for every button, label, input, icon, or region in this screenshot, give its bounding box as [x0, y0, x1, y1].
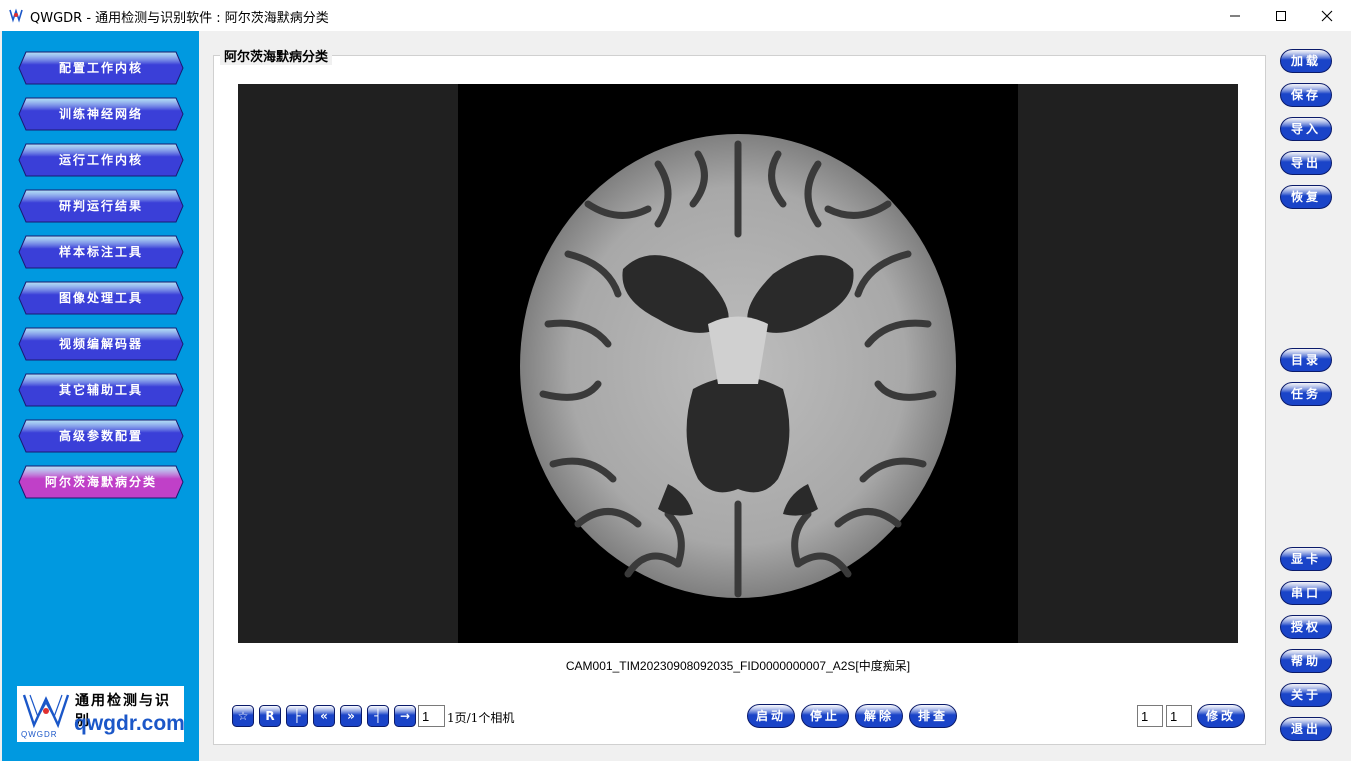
star-icon: ☆: [237, 709, 249, 723]
sidebar-item-alzheimer-classification[interactable]: 阿尔茨海默病分类: [18, 465, 184, 499]
stop-button[interactable]: 停止: [801, 704, 849, 728]
exit-button-label: 退出: [1290, 722, 1321, 736]
save-button[interactable]: 保存: [1280, 83, 1332, 107]
param-field-a[interactable]: 1: [1137, 705, 1163, 727]
load-button-label: 加载: [1290, 54, 1321, 68]
nav-button-label: 其它辅助工具: [58, 383, 143, 397]
brand-url: qwgdr.com: [74, 712, 185, 735]
license-button-label: 授权: [1290, 620, 1321, 634]
directory-button[interactable]: 目录: [1280, 348, 1332, 372]
check-button-label: 排查: [917, 709, 948, 723]
last-icon: ┤: [374, 709, 382, 723]
image-caption: CAM001_TIM20230908092035_FID0000000007_A…: [565, 659, 911, 673]
group-title: 阿尔茨海默病分类: [220, 46, 333, 65]
title-bar: QWGDR - 通用检测与识别软件 : 阿尔茨海默病分类: [0, 0, 1351, 31]
help-button-label: 帮助: [1290, 654, 1321, 668]
sidebar-item-sample-annotation[interactable]: 样本标注工具: [18, 235, 184, 269]
sidebar-item-run-kernel[interactable]: 运行工作内核: [18, 143, 184, 177]
sidebar-item-configure-kernel[interactable]: 配置工作内核: [18, 51, 184, 85]
first-button[interactable]: ├: [286, 705, 308, 727]
brand-logo: QWGDR 通用检测与识别 qwgdr.com: [17, 686, 185, 742]
release-button[interactable]: 解除: [855, 704, 903, 728]
maximize-icon: [1276, 10, 1286, 21]
task-button[interactable]: 任务: [1280, 382, 1332, 406]
minimize-icon: [1230, 15, 1240, 16]
nav-button-label: 研判运行结果: [58, 199, 143, 213]
export-button-label: 导出: [1290, 156, 1321, 170]
task-button-label: 任务: [1290, 387, 1321, 401]
brand-name: QWGDR: [21, 730, 58, 739]
star-button[interactable]: ☆: [232, 705, 254, 727]
close-button[interactable]: [1304, 0, 1350, 31]
modify-button-label: 修改: [1205, 709, 1236, 723]
param-field-b[interactable]: 1: [1166, 705, 1192, 727]
next-page-icon: »: [347, 709, 355, 723]
sidebar-item-analyze-results[interactable]: 研判运行结果: [18, 189, 184, 223]
last-button[interactable]: ┤: [367, 705, 389, 727]
serial-port-button[interactable]: 串口: [1280, 581, 1332, 605]
exit-button[interactable]: 退出: [1280, 717, 1332, 741]
next-page-button[interactable]: »: [340, 705, 362, 727]
nav-button-label: 高级参数配置: [58, 429, 143, 443]
sidebar: 配置工作内核 训练神经网络 运行工作内核 研判运行结果 样本标注工具 图像处理工具 视频编解…: [2, 31, 199, 761]
license-button[interactable]: 授权: [1280, 615, 1332, 639]
close-icon: [1321, 10, 1333, 21]
restore-button-label: 恢复: [1290, 190, 1321, 204]
app-logo-icon: [9, 8, 23, 23]
goto-icon: →: [399, 709, 411, 723]
load-button[interactable]: 加载: [1280, 49, 1332, 73]
gpu-button-label: 显卡: [1290, 552, 1321, 566]
save-button-label: 保存: [1290, 88, 1321, 102]
import-button-label: 导入: [1290, 122, 1321, 136]
mri-image-area: [458, 84, 1018, 643]
sidebar-item-train-network[interactable]: 训练神经网络: [18, 97, 184, 131]
brain-mri-image: [520, 134, 956, 598]
nav-button-label: 样本标注工具: [58, 245, 143, 259]
gpu-button[interactable]: 显卡: [1280, 547, 1332, 571]
restore-button[interactable]: 恢复: [1280, 185, 1332, 209]
check-button[interactable]: 排查: [909, 704, 957, 728]
minimize-button[interactable]: [1212, 0, 1258, 31]
sidebar-item-video-codec[interactable]: 视频编解码器: [18, 327, 184, 361]
r-button[interactable]: R: [259, 705, 281, 727]
directory-button-label: 目录: [1290, 353, 1321, 367]
about-button[interactable]: 关于: [1280, 683, 1332, 707]
prev-page-icon: «: [320, 709, 328, 723]
nav-button-label: 训练神经网络: [58, 107, 143, 121]
nav-button-label: 阿尔茨海默病分类: [44, 475, 157, 489]
first-icon: ├: [293, 709, 301, 723]
sidebar-item-image-processing[interactable]: 图像处理工具: [18, 281, 184, 315]
nav-button-label: 运行工作内核: [58, 153, 143, 167]
page-number-input[interactable]: 1: [418, 705, 445, 727]
help-button[interactable]: 帮助: [1280, 649, 1332, 673]
r-icon: R: [265, 709, 275, 723]
nav-button-label: 图像处理工具: [58, 291, 143, 305]
release-button-label: 解除: [863, 709, 894, 723]
image-viewer[interactable]: [238, 84, 1238, 643]
modify-button[interactable]: 修改: [1197, 704, 1245, 728]
goto-button[interactable]: →: [394, 705, 416, 727]
sidebar-item-other-tools[interactable]: 其它辅助工具: [18, 373, 184, 407]
brand-logo-icon: [22, 694, 70, 729]
maximize-button[interactable]: [1258, 0, 1304, 31]
prev-page-button[interactable]: «: [313, 705, 335, 727]
export-button[interactable]: 导出: [1280, 151, 1332, 175]
nav-button-label: 配置工作内核: [58, 61, 143, 75]
about-button-label: 关于: [1290, 688, 1321, 702]
start-button[interactable]: 启动: [747, 704, 795, 728]
import-button[interactable]: 导入: [1280, 117, 1332, 141]
nav-button-label: 视频编解码器: [58, 337, 143, 351]
window-title: QWGDR - 通用检测与识别软件 : 阿尔茨海默病分类: [30, 11, 329, 26]
stop-button-label: 停止: [809, 709, 840, 723]
page-info-text: 1页/1个相机: [447, 711, 515, 725]
sidebar-item-advanced-config[interactable]: 高级参数配置: [18, 419, 184, 453]
start-button-label: 启动: [755, 709, 786, 723]
serial-port-button-label: 串口: [1290, 586, 1321, 600]
